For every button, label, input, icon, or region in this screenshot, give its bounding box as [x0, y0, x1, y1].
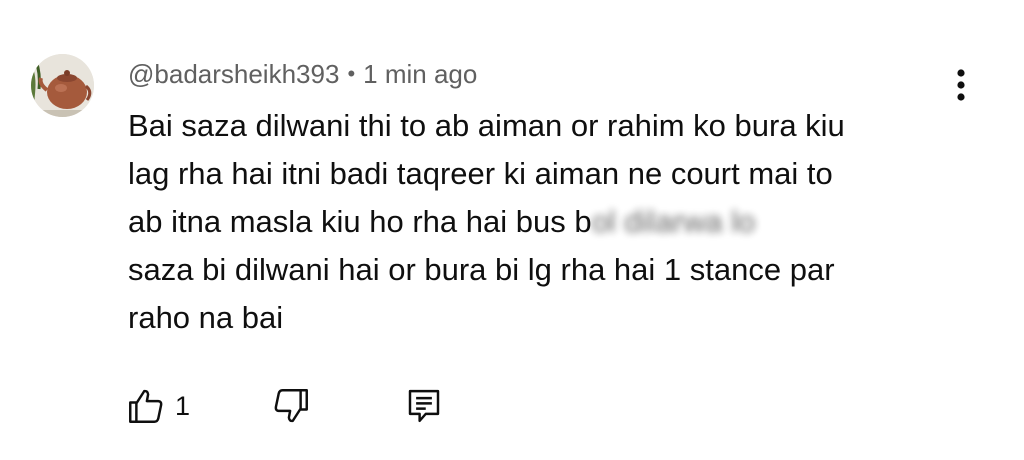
- comment-line-end: arwa lo: [655, 204, 756, 239]
- more-options-button[interactable]: [944, 66, 978, 106]
- comment-time: 1 min ago: [363, 59, 478, 89]
- comment-text: Bai saza dilwani thi to ab aiman or rahi…: [128, 102, 948, 342]
- comment-line: raho na bai: [128, 300, 284, 335]
- like-button[interactable]: 1: [125, 384, 190, 428]
- reply-comment-icon: [408, 389, 440, 423]
- redacted-text: ol dil: [591, 204, 656, 239]
- thumb-down-icon: [274, 389, 308, 423]
- author-handle[interactable]: @badarsheikh393: [128, 59, 339, 89]
- comment-line-partially-redacted: ab itna masla kiu ho rha hai bus bol dil…: [128, 198, 948, 246]
- comment-meta: @badarsheikh393 • 1 min ago: [128, 58, 477, 92]
- comment-line-start: ab itna masla kiu ho rha hai bus b: [128, 204, 592, 239]
- comment-line: lag rha hai itni badi taqreer ki aiman n…: [128, 156, 833, 191]
- dislike-button[interactable]: [270, 384, 312, 428]
- like-count: 1: [175, 390, 191, 421]
- thumb-up-icon: [129, 389, 163, 423]
- comment-line: saza bi dilwani hai or bura bi lg rha ha…: [128, 252, 835, 287]
- reply-button[interactable]: [403, 384, 445, 428]
- avatar[interactable]: [31, 54, 94, 117]
- more-vert-icon: [957, 69, 965, 101]
- comment-line: Bai saza dilwani thi to ab aiman or rahi…: [128, 108, 845, 143]
- meta-separator: •: [347, 61, 356, 86]
- comment-item: @badarsheikh393 • 1 min ago Bai saza dilwa…: [0, 0, 1024, 460]
- avatar-teapot-image: [31, 54, 94, 117]
